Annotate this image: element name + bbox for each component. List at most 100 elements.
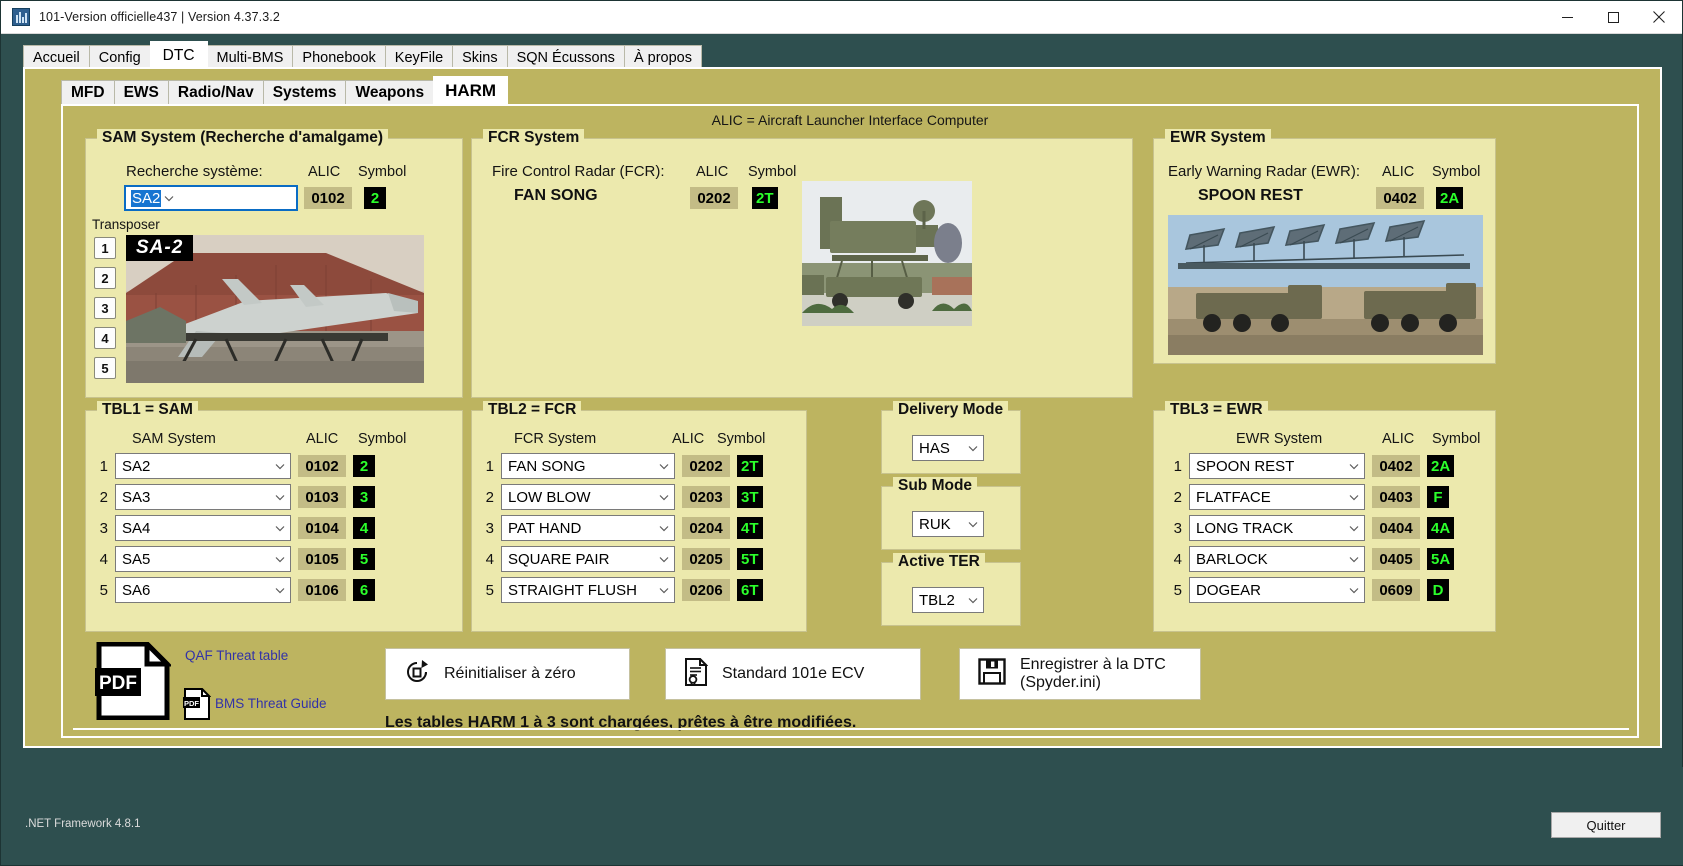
tab-phonebook[interactable]: Phonebook [292,45,385,69]
sam-search-combo[interactable]: SA2 [124,185,298,211]
tbl3-system-combo-5[interactable]: DOGEAR [1189,577,1365,603]
tbl2-system-combo-1[interactable]: FAN SONG [501,453,675,479]
tbl1-system-combo-3[interactable]: SA4 [115,515,291,541]
bottom-action-bar: PDF QAF Threat table PDF BMS Threat Guid… [85,640,1496,728]
pdf-large-icon[interactable]: PDF [95,642,171,720]
chevron-down-icon [1346,587,1362,594]
maximize-icon[interactable] [1590,1,1636,34]
tab-keyfile[interactable]: KeyFile [385,45,453,69]
tbl3-system-combo-2[interactable]: FLATFACE [1189,484,1365,510]
alic-legend: ALIC = Aircraft Launcher Interface Compu… [63,112,1637,128]
tbl1-system-combo-2[interactable]: SA3 [115,484,291,510]
standard-button-label: Standard 101e ECV [722,665,864,683]
close-icon[interactable] [1636,1,1682,34]
table-row: 3 LONG TRACK 0404 4A [1168,515,1494,541]
tbl2-system-combo-3[interactable]: PAT HAND [501,515,675,541]
subtab-mfd[interactable]: MFD [61,80,115,105]
tbl1-col-symbol: Symbol [358,431,406,447]
standard-101e-ecv-button[interactable]: Standard 101e ECV [665,648,921,700]
qaf-threat-table-link[interactable]: QAF Threat table [185,648,288,663]
tab-accueil[interactable]: Accueil [23,45,90,69]
tab-dtc[interactable]: DTC [150,41,208,69]
reset-icon [404,659,430,690]
chevron-down-icon [965,597,981,604]
chevron-down-icon [272,525,288,532]
tbl3-system-combo-4[interactable]: BARLOCK [1189,546,1365,572]
tab-multi-bms[interactable]: Multi-BMS [207,45,294,69]
tab-skins[interactable]: Skins [452,45,507,69]
table-row: 2 SA3 0103 3 [94,484,456,510]
ewr-system-photo [1168,215,1483,355]
pdf-small-icon[interactable]: PDF [183,688,211,720]
save-to-dtc-button[interactable]: Enregistrer à la DTC (Spyder.ini) [959,648,1201,700]
subtab-systems[interactable]: Systems [263,80,347,105]
delivery-mode-value: HAS [919,440,965,457]
tbl3-alic-3: 0404 [1372,517,1420,539]
sam-search-label: Recherche système: [126,163,263,180]
fcr-alic-header: ALIC [696,164,728,180]
transposer-label: Transposer [92,217,160,232]
tbl3-alic-2: 0403 [1372,486,1420,508]
tbl3-symbol-1: 2A [1427,455,1454,477]
row-number: 2 [1168,489,1182,506]
tbl1-system-combo-4[interactable]: SA5 [115,546,291,572]
row-number: 1 [480,458,494,475]
save-button-label: Enregistrer à la DTC (Spyder.ini) [1020,656,1166,692]
tbl2-col-symbol: Symbol [717,431,765,447]
tbl3-system-combo-3[interactable]: LONG TRACK [1189,515,1365,541]
row-number: 4 [480,551,494,568]
transposer-button-2[interactable]: 2 [94,267,116,289]
fcr-value: FAN SONG [514,187,598,205]
active-ter-title: Active TER [893,553,985,571]
tbl1-symbol-3: 4 [353,517,375,539]
tbl2-symbol-2: 3T [737,486,763,508]
tbl2-alic-5: 0206 [682,579,730,601]
row-number: 5 [480,582,494,599]
row-number: 1 [1168,458,1182,475]
active-ter-combo[interactable]: TBL2 [912,587,984,613]
transposer-button-5[interactable]: 5 [94,357,116,379]
delivery-mode-combo[interactable]: HAS [912,435,984,461]
sam-system-panel-title: SAM System (Recherche d'amalgame) [97,129,388,147]
subtab-ews[interactable]: EWS [114,80,169,105]
table-row: 4 BARLOCK 0405 5A [1168,546,1494,572]
tbl1-title: TBL1 = SAM [97,401,198,419]
tbl3-symbol-3: 4A [1427,517,1454,539]
tab-config[interactable]: Config [89,45,151,69]
subtab-radio-nav[interactable]: Radio/Nav [168,80,264,105]
quit-button[interactable]: Quitter [1551,812,1661,838]
tbl1-system-combo-5[interactable]: SA6 [115,577,291,603]
tbl3-alic-5: 0609 [1372,579,1420,601]
bms-threat-guide-link[interactable]: BMS Threat Guide [215,696,327,711]
tab-a-propos[interactable]: À propos [624,45,702,69]
delivery-mode-title: Delivery Mode [893,401,1008,419]
tbl1-alic-5: 0106 [298,579,346,601]
subtab-weapons[interactable]: Weapons [345,80,434,105]
tbl1-alic-4: 0105 [298,548,346,570]
row-number: 4 [94,551,108,568]
sub-mode-title: Sub Mode [893,477,977,495]
tbl3-title: TBL3 = EWR [1165,401,1268,419]
minimize-icon[interactable] [1544,1,1590,34]
app-icon [12,8,30,26]
chevron-down-icon [1346,494,1362,501]
subtab-harm[interactable]: HARM [433,76,508,105]
svg-text:PDF: PDF [184,699,199,708]
tbl3-system-value-2: FLATFACE [1196,489,1346,506]
tbl2-system-combo-2[interactable]: LOW BLOW [501,484,675,510]
sam-system-photo: SA-2 [126,235,424,383]
row-number: 3 [1168,520,1182,537]
tab-sqn-ecussons[interactable]: SQN Écussons [507,45,625,69]
sub-mode-combo[interactable]: RUK [912,511,984,537]
tbl2-system-combo-5[interactable]: STRAIGHT FLUSH [501,577,675,603]
tbl3-col-system: EWR System [1236,431,1322,447]
tbl2-system-value-2: LOW BLOW [508,489,656,506]
transposer-button-1[interactable]: 1 [94,237,116,259]
row-number: 3 [94,520,108,537]
transposer-button-4[interactable]: 4 [94,327,116,349]
tbl3-system-combo-1[interactable]: SPOON REST [1189,453,1365,479]
transposer-button-3[interactable]: 3 [94,297,116,319]
tbl2-system-combo-4[interactable]: SQUARE PAIR [501,546,675,572]
tbl1-system-combo-1[interactable]: SA2 [115,453,291,479]
reset-to-zero-button[interactable]: Réinitialiser à zéro [385,648,630,700]
